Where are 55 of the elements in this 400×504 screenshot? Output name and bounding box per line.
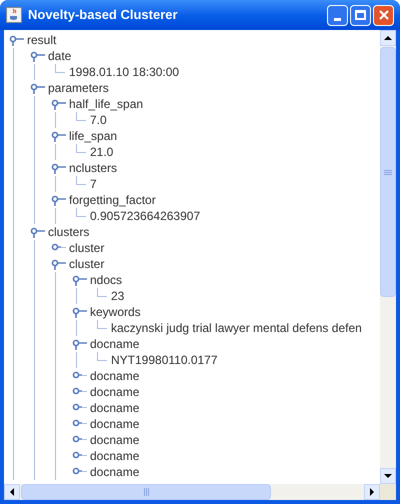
tree-node-label[interactable]: clusters bbox=[48, 223, 90, 241]
tree-node-label[interactable]: date bbox=[48, 47, 72, 65]
tree-node-label[interactable]: docname bbox=[90, 463, 140, 481]
arrow-up-icon bbox=[384, 36, 392, 40]
tree-value[interactable]: 1998.01.10 18:30:00 bbox=[69, 63, 180, 81]
tree-value[interactable]: 23 bbox=[111, 287, 124, 305]
tree-node-label[interactable]: docname bbox=[90, 383, 140, 401]
tree-node-label[interactable]: docname bbox=[90, 415, 140, 433]
tree-node-label[interactable]: keywords bbox=[90, 303, 141, 321]
tree-connector-icon bbox=[76, 176, 86, 185]
tree-node-label[interactable]: ndocs bbox=[90, 271, 122, 289]
tree-node-label[interactable]: cluster bbox=[69, 239, 104, 257]
tree-value[interactable]: NYT19980110.0177 bbox=[111, 351, 218, 369]
tree-connector-icon bbox=[97, 352, 107, 361]
minimize-button[interactable] bbox=[327, 4, 348, 26]
scroll-up-button[interactable] bbox=[380, 30, 396, 46]
tree-value[interactable]: 21.0 bbox=[90, 143, 114, 161]
tree-node-label[interactable]: life_span bbox=[69, 127, 118, 145]
arrow-right-icon bbox=[370, 488, 374, 496]
maximize-button[interactable] bbox=[350, 4, 371, 26]
tree-value[interactable]: 7 bbox=[90, 175, 97, 193]
tree-connector-icon bbox=[76, 208, 86, 217]
tree-value[interactable]: 0.905723664263907 bbox=[90, 207, 200, 225]
scroll-right-button[interactable] bbox=[364, 484, 380, 500]
tree-connector-icon bbox=[76, 144, 86, 153]
window-title: Novelty-based Clusterer bbox=[28, 6, 179, 24]
tree-node-label[interactable]: docname bbox=[90, 399, 140, 417]
scroll-thumb[interactable] bbox=[380, 47, 396, 297]
tree-node-label[interactable]: nclusters bbox=[69, 159, 118, 177]
tree-node-label[interactable]: docname bbox=[90, 431, 140, 449]
tree-node-label[interactable]: docname bbox=[90, 367, 140, 385]
tree-node-label[interactable]: result bbox=[27, 31, 56, 49]
scroll-left-button[interactable] bbox=[4, 484, 20, 500]
close-icon bbox=[378, 9, 390, 21]
tree-connector-icon bbox=[97, 320, 107, 329]
scroll-down-button[interactable] bbox=[380, 468, 396, 484]
tree-connector-icon bbox=[76, 112, 86, 121]
cup-icon bbox=[6, 7, 22, 23]
tree-value[interactable]: kaczynski judg trial lawyer mental defens defen bbox=[111, 319, 362, 337]
tree-connector-icon bbox=[97, 288, 107, 297]
close-button[interactable] bbox=[373, 4, 394, 26]
scroll-thumb[interactable] bbox=[21, 484, 271, 500]
tree-node-label[interactable]: docname bbox=[90, 335, 140, 353]
arrow-down-icon bbox=[384, 474, 392, 478]
tree-node-label[interactable]: cluster bbox=[69, 255, 104, 273]
tree-connector-icon bbox=[55, 64, 65, 73]
tree-node-label[interactable]: docname bbox=[90, 447, 140, 465]
tree-value[interactable]: 7.0 bbox=[90, 111, 107, 129]
tree-node-label[interactable]: half_life_span bbox=[69, 95, 144, 113]
arrow-left-icon bbox=[10, 488, 14, 496]
horizontal-scrollbar[interactable] bbox=[4, 484, 380, 500]
vertical-scrollbar[interactable] bbox=[380, 30, 396, 484]
scrollbar-corner bbox=[380, 484, 396, 500]
tree-node-label[interactable]: parameters bbox=[48, 79, 109, 97]
tree-node-label[interactable]: forgetting_factor bbox=[69, 191, 156, 209]
